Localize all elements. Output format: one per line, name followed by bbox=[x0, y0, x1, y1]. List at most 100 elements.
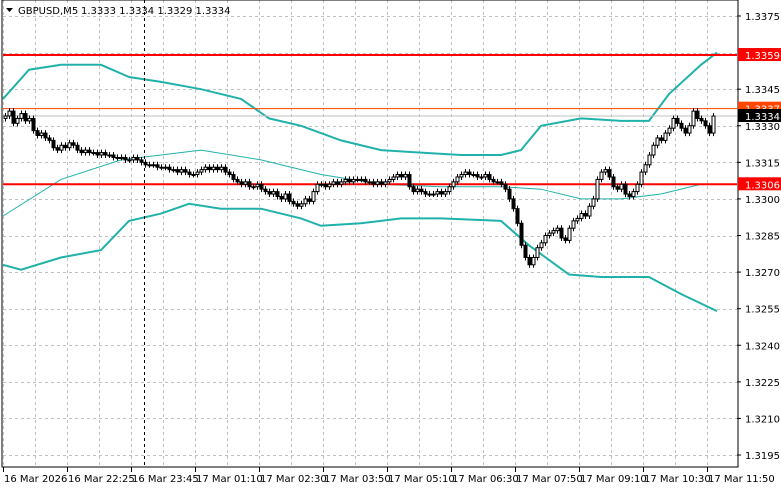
triangle-down-icon[interactable] bbox=[6, 8, 13, 12]
candle-body bbox=[215, 166, 220, 171]
candle bbox=[475, 171, 480, 180]
price-tick-label: 1.3195 bbox=[745, 451, 780, 462]
candle-body bbox=[667, 127, 672, 134]
level-price-1.3359-label: 1.3359 bbox=[745, 51, 780, 62]
candle-body bbox=[479, 176, 484, 179]
candle bbox=[635, 181, 640, 195]
candle-body bbox=[635, 183, 640, 193]
price-chart[interactable]: 1.3375 1.3345 1.3330 1.3315 1.3300 1.3285 1.32… bbox=[0, 0, 781, 489]
candle bbox=[643, 161, 648, 176]
candle bbox=[219, 164, 224, 173]
candle-body bbox=[511, 198, 516, 210]
candle bbox=[19, 110, 24, 122]
candle bbox=[3, 112, 8, 122]
candle bbox=[515, 205, 520, 227]
candle-body bbox=[323, 183, 328, 188]
candle-body bbox=[91, 152, 96, 155]
candle-body bbox=[11, 110, 16, 124]
candle bbox=[183, 166, 188, 176]
candle-body bbox=[47, 137, 52, 141]
candle bbox=[215, 164, 220, 173]
time-tick-label: 17 Mar 10:30 bbox=[644, 474, 711, 485]
candle bbox=[455, 173, 460, 185]
candle-body bbox=[467, 171, 472, 176]
candle bbox=[539, 239, 544, 251]
candle-body bbox=[503, 183, 508, 190]
candle bbox=[179, 166, 184, 176]
time-axis[interactable]: 16 Mar 2026 16 Mar 22:2516 Mar 23:4517 Ma… bbox=[3, 467, 775, 485]
candle-body bbox=[259, 183, 264, 190]
candle bbox=[695, 108, 700, 122]
candle-body bbox=[427, 193, 432, 196]
candle bbox=[51, 137, 56, 151]
candle-body bbox=[487, 174, 492, 180]
time-tick-label: 16 Mar 2026 bbox=[4, 474, 67, 485]
candle-body bbox=[643, 164, 648, 173]
candle bbox=[207, 164, 212, 173]
candle-body bbox=[363, 178, 368, 183]
candle-body bbox=[231, 174, 236, 180]
candle bbox=[327, 181, 332, 190]
candle-body bbox=[491, 178, 496, 183]
candle bbox=[111, 152, 116, 161]
candle bbox=[547, 230, 552, 239]
candle bbox=[699, 115, 704, 124]
candle bbox=[39, 130, 44, 139]
candle bbox=[95, 149, 100, 159]
candle-body bbox=[207, 166, 212, 171]
candle bbox=[595, 176, 600, 202]
candle bbox=[7, 108, 12, 119]
candle bbox=[459, 171, 464, 180]
candle bbox=[563, 234, 568, 244]
candle bbox=[63, 142, 68, 151]
time-tick-label: 17 Mar 09:10 bbox=[580, 474, 647, 485]
candle bbox=[707, 122, 712, 137]
candle-body bbox=[703, 120, 708, 127]
candle bbox=[663, 130, 668, 144]
candle bbox=[703, 117, 708, 129]
candle bbox=[171, 166, 176, 173]
price-axis[interactable]: 1.3375 1.3345 1.3330 1.3315 1.3300 1.3285 1.32… bbox=[737, 12, 781, 462]
candle-body bbox=[247, 181, 252, 188]
candle-body bbox=[171, 169, 176, 172]
candle-body bbox=[111, 154, 116, 158]
candle bbox=[263, 186, 268, 195]
time-tick-label: 17 Mar 05:10 bbox=[388, 474, 455, 485]
candle-body bbox=[663, 132, 668, 141]
candle bbox=[31, 115, 36, 134]
candle bbox=[535, 244, 540, 261]
candle bbox=[467, 169, 472, 178]
candle-body bbox=[539, 242, 544, 249]
candle-body bbox=[299, 203, 304, 207]
candle bbox=[679, 120, 684, 132]
candle bbox=[435, 188, 440, 198]
horizontal-lines[interactable] bbox=[3, 54, 737, 186]
candle-body bbox=[243, 181, 248, 185]
candle bbox=[275, 188, 280, 200]
candle bbox=[267, 188, 272, 198]
candle bbox=[599, 169, 604, 183]
candle bbox=[463, 169, 468, 178]
candle-body bbox=[315, 183, 320, 193]
candle bbox=[607, 166, 612, 180]
candle-body bbox=[619, 183, 624, 190]
candle bbox=[371, 178, 376, 188]
candle bbox=[167, 164, 172, 173]
candle bbox=[247, 178, 252, 190]
candle bbox=[287, 191, 292, 205]
candle bbox=[519, 220, 524, 249]
candle-body bbox=[583, 213, 588, 217]
candle-body bbox=[307, 198, 312, 202]
candle-body bbox=[251, 186, 256, 189]
candle-body bbox=[627, 193, 632, 197]
candle-body bbox=[535, 247, 540, 258]
candle-body bbox=[555, 227, 560, 232]
candle-body bbox=[675, 117, 680, 124]
candle-body bbox=[483, 174, 488, 178]
candle bbox=[423, 188, 428, 198]
candle bbox=[15, 115, 20, 127]
candle bbox=[583, 210, 588, 219]
candle-body bbox=[347, 178, 352, 183]
candle-body bbox=[275, 191, 280, 197]
price-tick-label: 1.3285 bbox=[745, 232, 780, 243]
